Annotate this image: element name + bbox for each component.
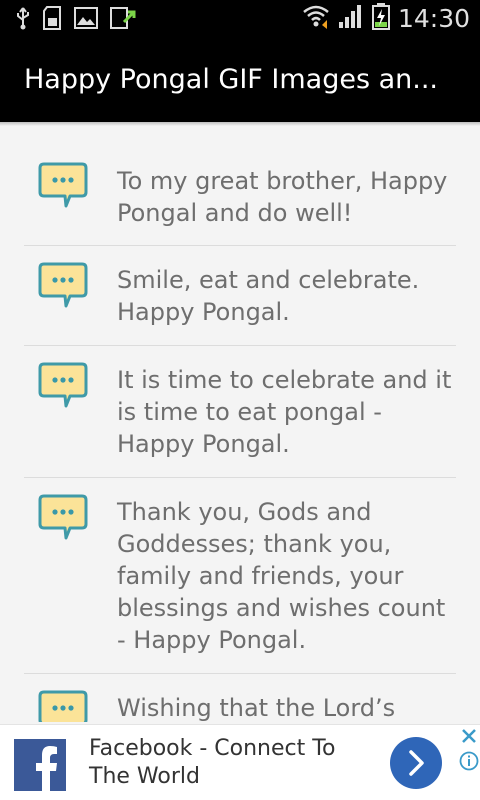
status-bar: 14:30 bbox=[0, 0, 480, 38]
ad-close-icon[interactable] bbox=[459, 726, 479, 746]
status-clock: 14:30 bbox=[397, 3, 470, 33]
wifi-icon bbox=[302, 3, 330, 33]
chevron-right-icon[interactable] bbox=[390, 737, 442, 789]
list-item[interactable]: To my great brother, Happy Pongal and do… bbox=[24, 126, 456, 246]
ad-info-icon[interactable] bbox=[459, 751, 479, 771]
list-item[interactable]: Wishing that the Lord’s bbox=[24, 674, 456, 722]
chat-bubble-icon bbox=[38, 362, 88, 408]
message-text: Wishing that the Lord’s bbox=[117, 694, 396, 722]
chat-bubble-icon bbox=[38, 162, 88, 208]
ad-banner[interactable]: Facebook - Connect To The World bbox=[0, 724, 480, 800]
chat-bubble-icon bbox=[38, 494, 88, 540]
message-list[interactable]: To my great brother, Happy Pongal and do… bbox=[24, 126, 456, 722]
sd-card-icon bbox=[42, 6, 62, 34]
app-bar: Happy Pongal GIF Images an... bbox=[0, 38, 480, 122]
list-item[interactable]: It is time to celebrate and it is time t… bbox=[24, 346, 456, 478]
battery-icon bbox=[371, 2, 390, 34]
message-text: Thank you, Gods and Goddesses; thank you… bbox=[117, 498, 446, 654]
download-icon bbox=[110, 6, 136, 34]
facebook-logo-icon[interactable] bbox=[14, 739, 66, 791]
ad-text[interactable]: Facebook - Connect To The World bbox=[89, 735, 369, 791]
list-item[interactable]: Thank you, Gods and Goddesses; thank you… bbox=[24, 478, 456, 674]
usb-icon bbox=[16, 6, 30, 34]
message-text: Smile, eat and celebrate. Happy Pongal. bbox=[117, 266, 420, 326]
chat-bubble-icon bbox=[38, 262, 88, 308]
chat-bubble-icon bbox=[38, 690, 88, 722]
signal-icon bbox=[338, 3, 364, 33]
image-icon bbox=[74, 7, 98, 33]
page-title: Happy Pongal GIF Images an... bbox=[24, 64, 439, 95]
message-text: It is time to celebrate and it is time t… bbox=[117, 366, 452, 458]
list-item[interactable]: Smile, eat and celebrate. Happy Pongal. bbox=[24, 246, 456, 346]
message-text: To my great brother, Happy Pongal and do… bbox=[117, 167, 448, 227]
